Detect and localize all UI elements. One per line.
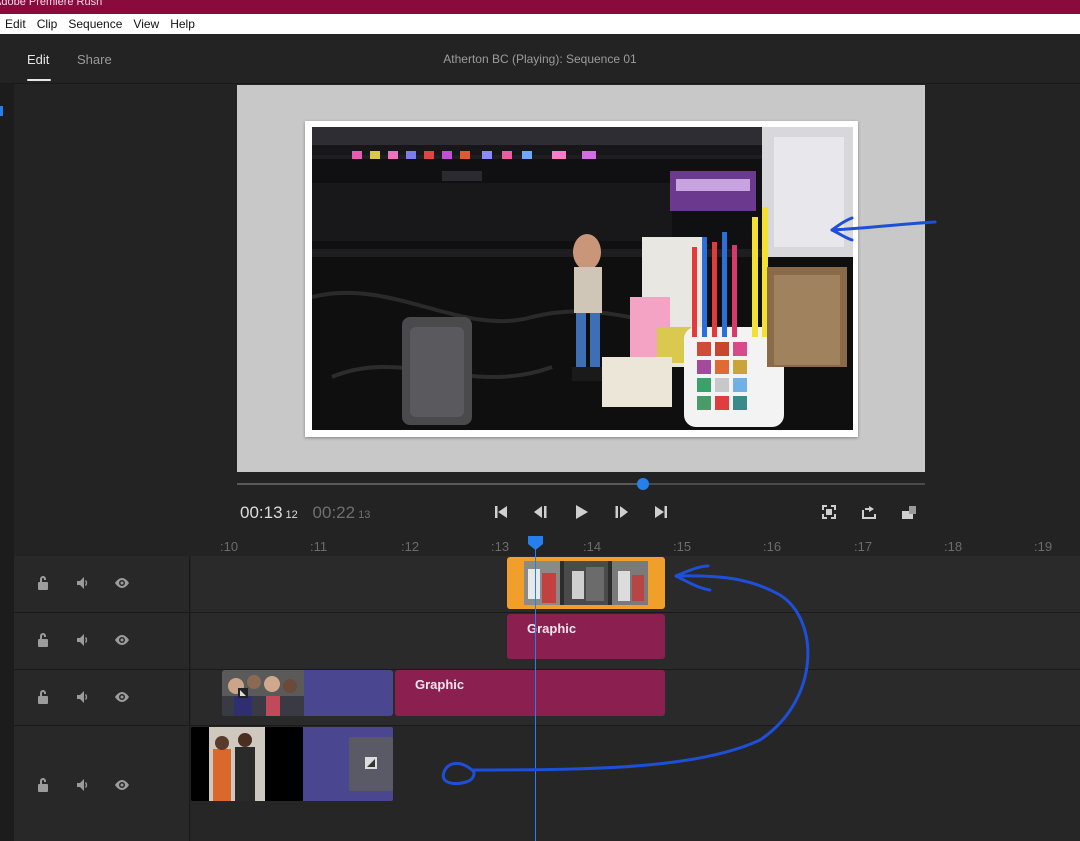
track-controls (14, 556, 190, 612)
speaker-icon (77, 691, 88, 703)
menu-clip[interactable]: Clip (37, 17, 58, 31)
play-icon (576, 505, 588, 519)
graphic-clip-label: Graphic (415, 677, 465, 692)
unlock-icon (38, 778, 48, 792)
ruler-tick: :19 (1034, 539, 1053, 554)
step-forward-button[interactable] (611, 502, 631, 522)
duration-frames: 13 (358, 509, 371, 521)
step-back-button[interactable] (531, 502, 551, 522)
skip-forward-icon (655, 506, 667, 518)
fit-frame-button[interactable] (819, 502, 839, 522)
lock-button[interactable] (35, 632, 51, 648)
export-frame-button[interactable] (859, 502, 879, 522)
clip-thumbnail (524, 561, 648, 605)
go-to-start-button[interactable] (491, 502, 511, 522)
eye-icon (115, 780, 129, 790)
ruler-tick: :15 (673, 539, 692, 554)
mute-button[interactable] (75, 575, 91, 591)
visibility-button[interactable] (114, 689, 130, 705)
ruler-tick: :11 (310, 539, 328, 554)
ruler-tick: :12 (401, 539, 420, 554)
track-video-1 (14, 726, 1080, 841)
speaker-icon (77, 577, 88, 589)
unlock-icon (38, 633, 48, 647)
eye-icon (115, 578, 129, 588)
step-forward-icon (615, 506, 628, 518)
selected-video-clip[interactable] (507, 557, 665, 609)
aspect-ratio-icon (902, 506, 916, 519)
current-frames: 12 (285, 509, 298, 521)
unlock-icon (38, 576, 48, 590)
duration-time: 00:22 (312, 503, 356, 522)
active-tab-indicator (27, 79, 51, 81)
track-controls (14, 613, 190, 669)
panel-indicator (0, 106, 3, 116)
photo-frame (305, 121, 858, 437)
clip-thumbnail-graphic (524, 561, 648, 605)
unlock-icon (38, 690, 48, 704)
ruler-tick: :13 (491, 539, 510, 554)
app-header: Edit Share Atherton BC (Playing): Sequen… (0, 34, 1080, 84)
eye-icon (115, 635, 129, 645)
lock-button[interactable] (35, 777, 51, 793)
clip-thumbnail-graphic (191, 727, 303, 801)
fit-frame-icon (822, 505, 836, 519)
window-titlebar: Adobe Premiere Rush (0, 0, 1080, 14)
scrubber-fill (237, 483, 643, 485)
desk-photo-graphic (312, 127, 853, 430)
left-panel-strip (0, 84, 14, 841)
menu-view[interactable]: View (133, 17, 159, 31)
mute-button[interactable] (75, 632, 91, 648)
playhead-line (535, 548, 536, 841)
scrubber-handle[interactable] (636, 478, 649, 490)
mute-button[interactable] (75, 777, 91, 793)
menu-edit[interactable]: Edit (5, 17, 26, 31)
transition-marker[interactable] (349, 737, 393, 791)
playhead-handle-icon[interactable] (528, 536, 543, 550)
visibility-button[interactable] (114, 777, 130, 793)
video-clip-group-photo[interactable] (222, 670, 393, 716)
clip-thumbnail (191, 727, 303, 801)
menu-bar: Edit Clip Sequence View Help (0, 14, 1080, 34)
lock-button[interactable] (35, 575, 51, 591)
clip-thumbnail-graphic (222, 670, 304, 716)
timecode-display: 00:13 12 00:22 13 (240, 503, 370, 523)
timeline-ruler[interactable]: :10 :11 :12 :13 :14 :15 :16 :17 :18 :19 (14, 534, 1080, 556)
visibility-button[interactable] (114, 632, 130, 648)
eye-icon (115, 692, 129, 702)
speaker-icon (77, 779, 88, 791)
go-to-end-button[interactable] (651, 502, 671, 522)
aspect-ratio-button[interactable] (899, 502, 919, 522)
current-time: 00:13 (240, 503, 283, 522)
step-back-icon (534, 506, 547, 518)
graphic-clip-upper[interactable]: Graphic (507, 614, 665, 659)
ruler-tick: :10 (220, 539, 239, 554)
transition-icon (365, 757, 377, 769)
skip-back-icon (495, 506, 507, 518)
ruler-tick: :16 (763, 539, 782, 554)
desk-photo (312, 127, 853, 430)
menu-help[interactable]: Help (170, 17, 195, 31)
sequence-title: Atherton BC (Playing): Sequence 01 (443, 52, 637, 66)
playback-scrubber-track[interactable] (237, 483, 925, 485)
video-clip-couple[interactable] (191, 727, 393, 801)
visibility-button[interactable] (114, 575, 130, 591)
clip-thumbnail (222, 670, 304, 716)
mute-button[interactable] (75, 689, 91, 705)
ruler-tick: :17 (854, 539, 873, 554)
app-title: Adobe Premiere Rush (0, 0, 103, 8)
play-button[interactable] (571, 502, 591, 522)
ruler-tick: :14 (583, 539, 602, 554)
lock-button[interactable] (35, 689, 51, 705)
preview-monitor[interactable] (237, 85, 925, 472)
export-frame-icon (862, 506, 876, 519)
menu-sequence[interactable]: Sequence (68, 17, 122, 31)
graphic-clip-lower[interactable]: Graphic (395, 670, 665, 716)
track-controls (14, 670, 190, 725)
track-controls (14, 726, 190, 841)
speaker-icon (77, 634, 88, 646)
ruler-tick: :18 (944, 539, 963, 554)
